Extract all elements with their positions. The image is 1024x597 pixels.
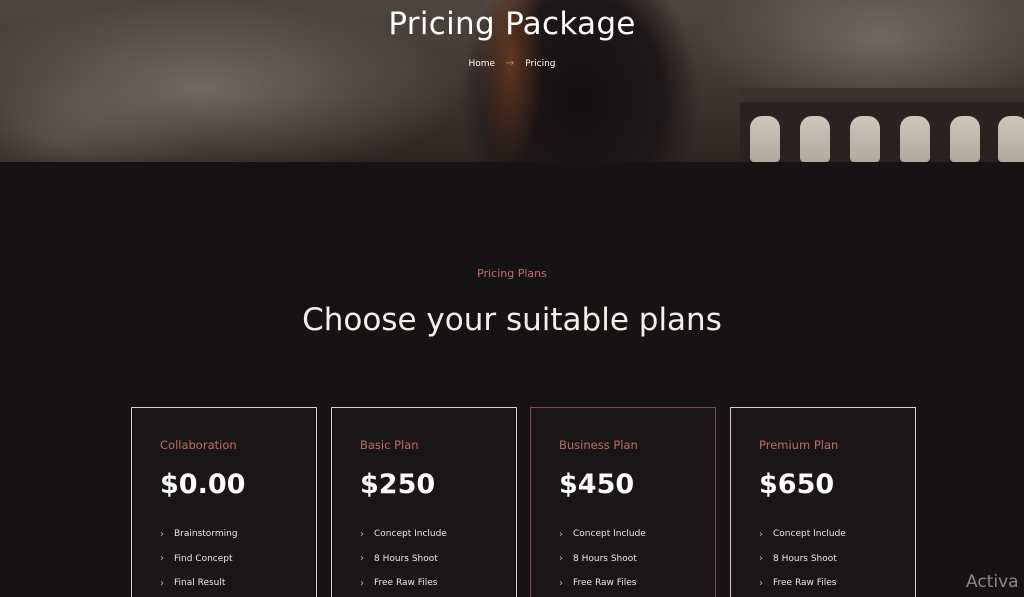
plan-name: Collaboration	[160, 438, 237, 452]
feature-list: › Concept Include › 8 Hours Shoot › Free Ra…	[559, 522, 646, 596]
activation-watermark: Activa	[966, 572, 1019, 592]
feature-list: › Concept Include › 8 Hours Shoot › Free Ra…	[759, 522, 846, 596]
plan-price: $650	[759, 469, 835, 500]
chevron-right-icon: ›	[360, 553, 364, 565]
chevron-right-icon: ›	[759, 577, 763, 589]
chevron-right-icon: ›	[360, 528, 364, 540]
feature-item: › 8 Hours Shoot	[559, 553, 637, 565]
feature-list: › Concept Include › 8 Hours Shoot › Free Ra…	[360, 522, 447, 596]
pricing-card-premium[interactable]: Premium Plan $650 › Concept Include › 8 Ho…	[730, 407, 916, 597]
section-eyebrow: Pricing Plans	[477, 267, 547, 280]
chevron-right-icon: ›	[759, 553, 763, 565]
hero-balustrade	[740, 88, 1024, 162]
plan-name: Business Plan	[559, 438, 638, 452]
chevron-right-icon: ›	[559, 577, 563, 589]
feature-item: › Free Raw Files	[559, 577, 637, 589]
page-title: Pricing Package	[388, 6, 636, 42]
breadcrumb: Home → Pricing	[0, 58, 1024, 69]
plan-name: Basic Plan	[360, 438, 419, 452]
section-title: Choose your suitable plans	[302, 302, 722, 338]
chevron-right-icon: ›	[559, 528, 563, 540]
feature-item: › Concept Include	[360, 528, 447, 540]
feature-item: › Brainstorming	[160, 528, 238, 540]
chevron-right-icon: ›	[759, 528, 763, 540]
chevron-right-icon: ›	[360, 577, 364, 589]
plan-name: Premium Plan	[759, 438, 839, 452]
feature-item: › Free Raw Files	[360, 577, 438, 589]
pricing-card-business[interactable]: Business Plan $450 › Concept Include › 8 H…	[530, 407, 716, 597]
chevron-right-icon: ›	[160, 553, 164, 565]
plan-price: $0.00	[160, 469, 246, 500]
pricing-card-collaboration[interactable]: Collaboration $0.00 › Brainstorming › Find…	[131, 407, 317, 597]
feature-item: › Concept Include	[759, 528, 846, 540]
breadcrumb-home-link[interactable]: Home	[468, 59, 495, 69]
feature-list: › Brainstorming › Find Concept › Final Resu…	[160, 522, 238, 596]
pricing-card-basic[interactable]: Basic Plan $250 › Concept Include › 8 Hour…	[331, 407, 517, 597]
feature-item: › Concept Include	[559, 528, 646, 540]
chevron-right-icon: ›	[160, 528, 164, 540]
feature-item: › 8 Hours Shoot	[759, 553, 837, 565]
chevron-right-icon: ›	[160, 577, 164, 589]
arrow-right-icon: →	[505, 58, 515, 69]
plan-price: $450	[559, 469, 635, 500]
feature-item: › Find Concept	[160, 553, 233, 565]
feature-item: › Final Result	[160, 577, 226, 589]
breadcrumb-current: Pricing	[525, 59, 556, 69]
chevron-right-icon: ›	[559, 553, 563, 565]
feature-item: › 8 Hours Shoot	[360, 553, 438, 565]
feature-item: › Free Raw Files	[759, 577, 837, 589]
hero-banner: Pricing Package Home → Pricing	[0, 0, 1024, 162]
plan-price: $250	[360, 469, 436, 500]
